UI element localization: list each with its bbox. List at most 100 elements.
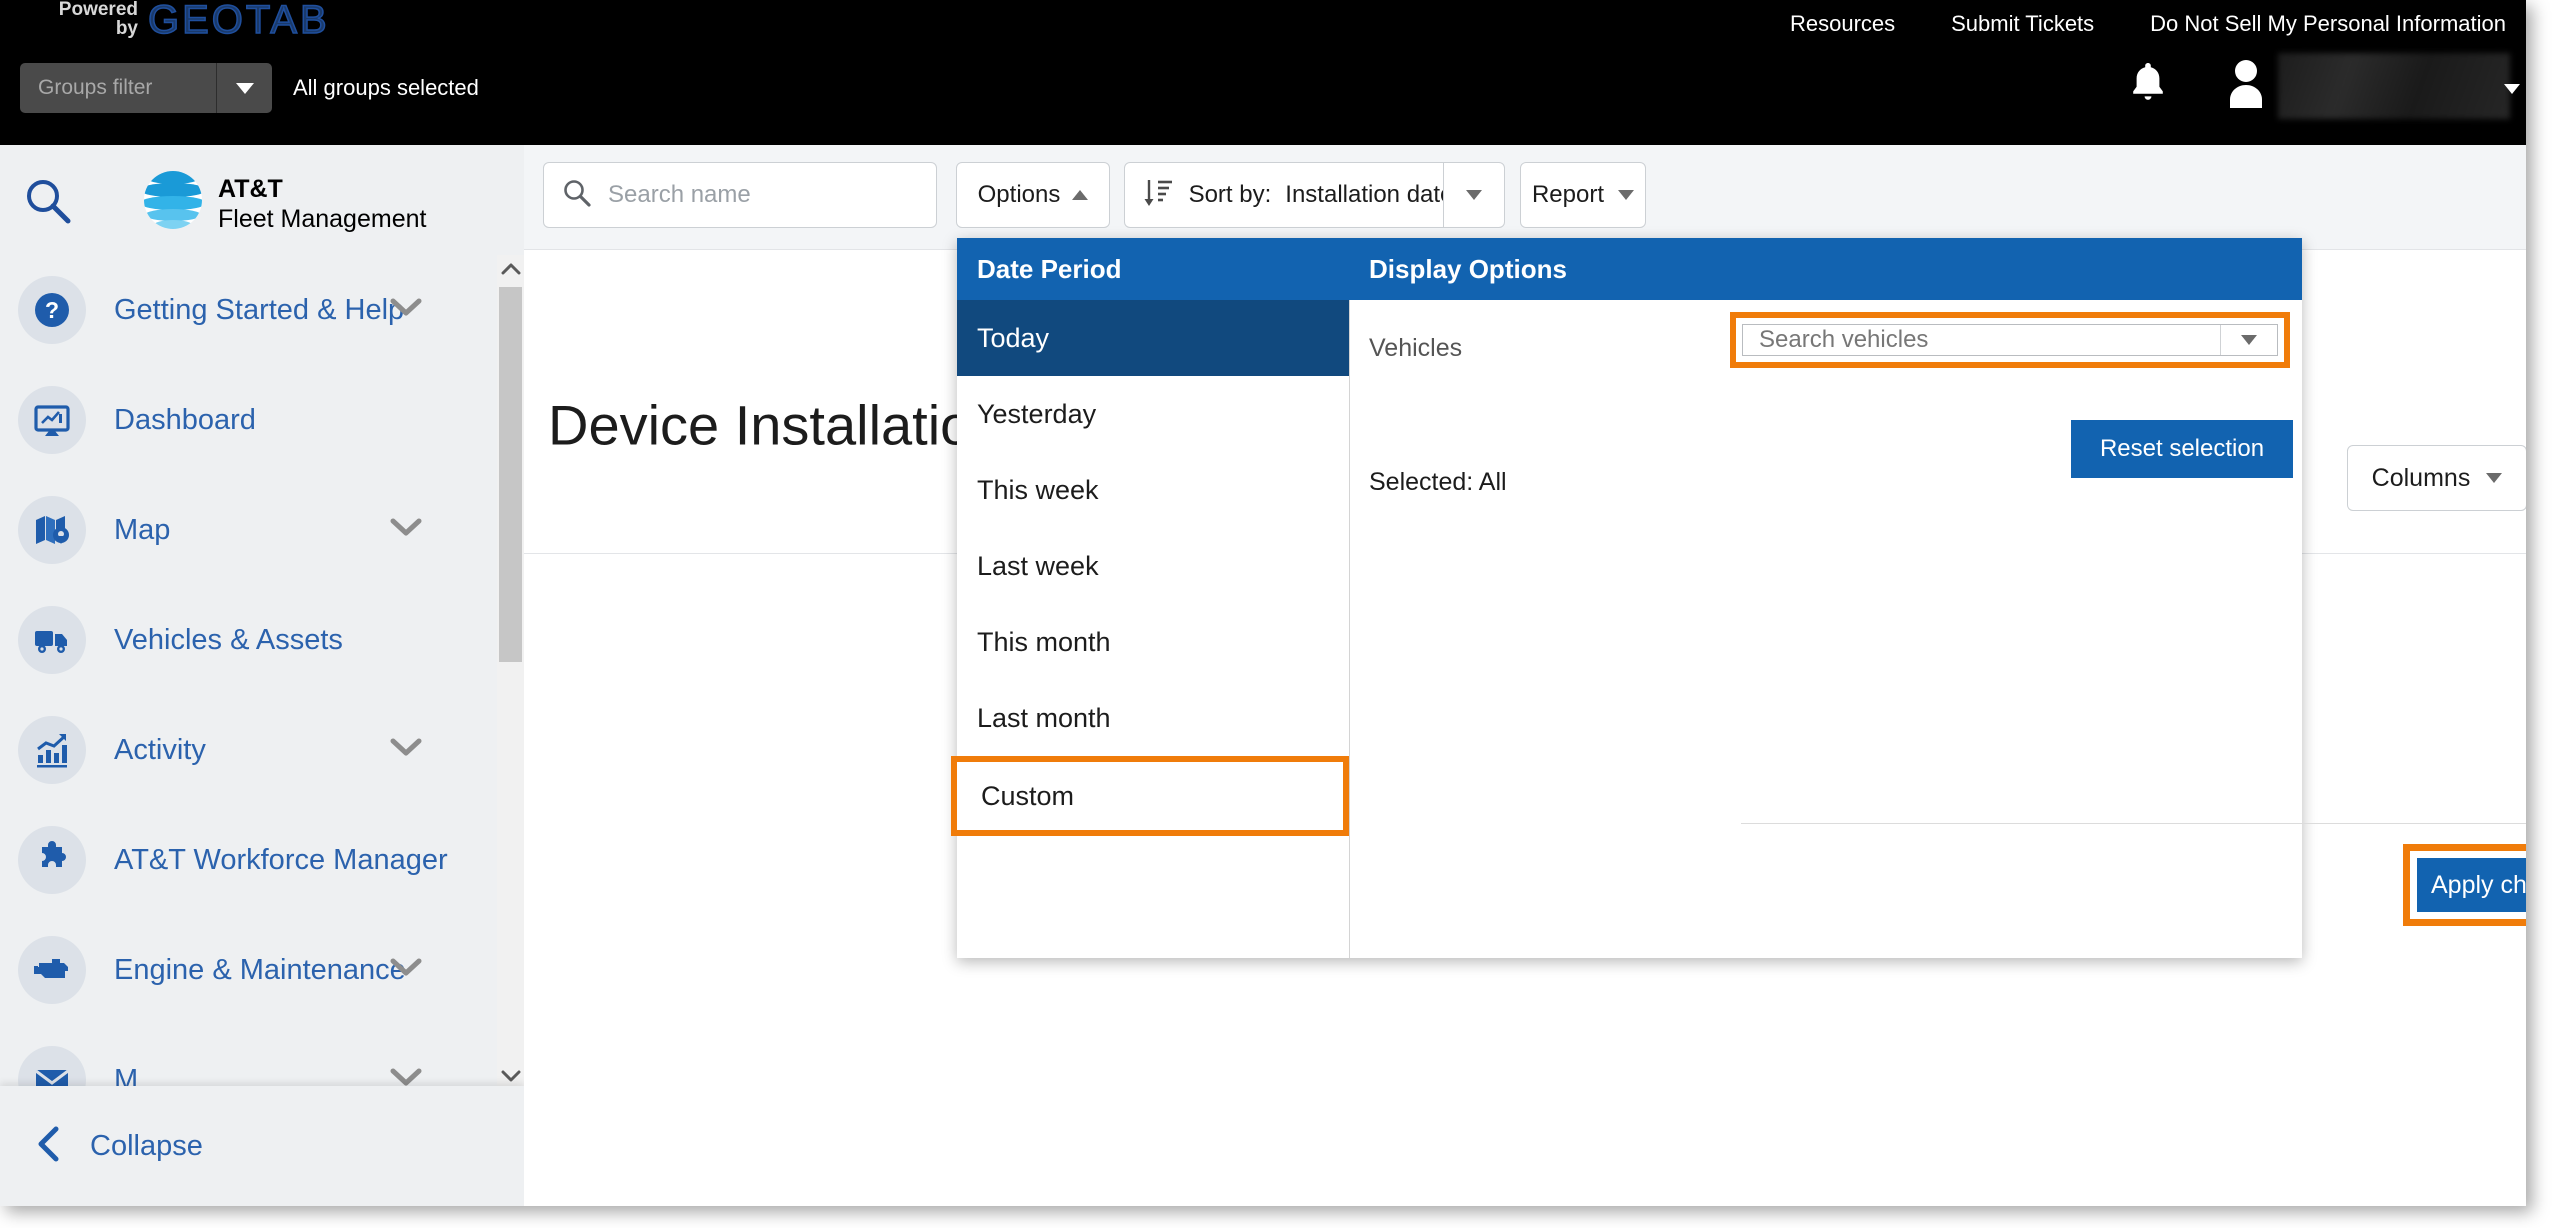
engine-icon — [18, 936, 86, 1004]
report-button[interactable]: Report — [1520, 162, 1646, 228]
puzzle-piece-icon — [18, 826, 86, 894]
sidebar-header: AT&T Fleet Management — [0, 145, 524, 255]
date-period-header-label: Date Period — [977, 253, 1122, 284]
date-period-option-yesterday[interactable]: Yesterday — [957, 376, 1349, 452]
sidebar: AT&T Fleet Management ? Getting Started … — [0, 145, 524, 1206]
columns-label: Columns — [2371, 463, 2471, 492]
display-options-header-label: Display Options — [1369, 253, 1567, 284]
att-globe-logo-icon — [142, 169, 204, 231]
sidebar-item-label: Map — [114, 513, 171, 546]
monitor-chart-icon — [18, 386, 86, 454]
sidebar-item-label: Getting Started & Help — [114, 293, 405, 326]
selected-summary: Selected: All — [1369, 468, 1507, 496]
page-title: Device Installation — [548, 393, 1003, 457]
options-dropdown-panel: Date Period Today Yesterday This week La… — [951, 238, 2526, 958]
vehicles-search-highlight: Search vehicles — [1730, 312, 2290, 368]
nav-link-do-not-sell[interactable]: Do Not Sell My Personal Information — [2150, 11, 2506, 37]
sidebar-item-vehicles-assets[interactable]: Vehicles & Assets — [0, 585, 500, 695]
sort-descending-icon — [1141, 175, 1175, 216]
browser-viewport: Powered by GEOTAB Resources Submit Ticke… — [0, 0, 2526, 1206]
sidebar-scrollbar[interactable] — [497, 255, 524, 1090]
chevron-down-icon — [2241, 335, 2257, 345]
user-name-redacted — [2278, 53, 2510, 119]
date-period-option-this-month[interactable]: This month — [957, 604, 1349, 680]
sidebar-item-getting-started[interactable]: ? Getting Started & Help — [0, 255, 500, 365]
sort-by-value: Installation date — [1285, 181, 1454, 208]
sidebar-item-label: Dashboard — [114, 403, 256, 436]
sidebar-item-map[interactable]: Map — [0, 475, 500, 585]
global-header: Powered by GEOTAB Resources Submit Ticke… — [0, 0, 2526, 145]
chevron-down-icon — [1618, 190, 1635, 200]
sort-by-button[interactable]: Sort by: Installation date — [1124, 162, 1458, 228]
search-input[interactable]: Search name — [543, 162, 937, 228]
nav-link-resources[interactable]: Resources — [1790, 11, 1895, 37]
vehicles-dropdown-button[interactable] — [2220, 325, 2277, 355]
sidebar-item-workforce-manager[interactable]: AT&T Workforce Manager — [0, 805, 500, 915]
chevron-down-icon[interactable] — [390, 518, 422, 542]
sidebar-item-label: Engine & Maintenance — [114, 953, 406, 986]
date-period-option-this-week[interactable]: This week — [957, 452, 1349, 528]
chevron-down-icon[interactable] — [390, 738, 422, 762]
powered-by-line1: Powered — [58, 0, 138, 20]
options-label: Options — [977, 181, 1061, 208]
truck-icon — [18, 606, 86, 674]
chevron-down-icon — [235, 82, 254, 94]
chevron-down-icon — [2486, 473, 2503, 483]
powered-by-label: Powered by — [23, 0, 138, 45]
date-period-option-custom[interactable]: Custom — [951, 756, 1349, 836]
reset-selection-button[interactable]: Reset selection — [2071, 420, 2293, 478]
notification-bell-icon[interactable] — [2128, 60, 2168, 106]
att-brand-line: AT&T — [218, 175, 283, 203]
vehicles-search-placeholder: Search vehicles — [1759, 326, 1929, 353]
date-period-column: Date Period Today Yesterday This week La… — [951, 238, 1350, 958]
display-options-column: Display Options Vehicles Search vehicles… — [1349, 238, 2526, 958]
map-pin-icon — [18, 496, 86, 564]
columns-button[interactable]: Columns — [2347, 445, 2526, 511]
sidebar-item-label: Vehicles & Assets — [114, 623, 343, 656]
chevron-left-icon — [34, 1124, 64, 1169]
chevron-up-icon — [1072, 190, 1089, 200]
sidebar-search-icon[interactable] — [22, 175, 74, 227]
chevron-down-icon[interactable] — [390, 958, 422, 982]
user-menu-chevron-down-icon[interactable] — [2504, 84, 2520, 94]
envelope-icon — [18, 1046, 86, 1090]
date-period-list: Today Yesterday This week Last week This… — [951, 300, 1349, 836]
chevron-down-icon[interactable] — [390, 298, 422, 322]
scroll-up-chevron-icon[interactable] — [497, 255, 524, 283]
user-avatar-icon[interactable] — [2226, 58, 2266, 108]
sort-by-dropdown-button[interactable] — [1443, 162, 1505, 228]
vehicles-row: Vehicles Search vehicles — [1349, 300, 2302, 400]
question-mark-icon: ? — [18, 276, 86, 344]
sidebar-nav-list: ? Getting Started & Help Dashboard Map V… — [0, 255, 500, 1090]
sidebar-item-activity[interactable]: Activity — [0, 695, 500, 805]
sort-by-label: Sort by: — [1188, 181, 1272, 208]
panel-footer: Apply changes — [1741, 823, 2526, 959]
global-nav: Resources Submit Tickets Do Not Sell My … — [1790, 8, 2506, 40]
options-button[interactable]: Options — [956, 162, 1110, 228]
groups-filter-placeholder: Groups filter — [38, 76, 153, 99]
chevron-down-icon — [1466, 190, 1482, 200]
geotab-logo: GEOTAB — [147, 0, 330, 43]
sidebar-scrollbar-thumb[interactable] — [499, 287, 522, 662]
sidebar-item-label: AT&T Workforce Manager — [114, 843, 448, 876]
apply-changes-highlight: Apply changes — [2403, 844, 2526, 926]
date-period-option-last-month[interactable]: Last month — [957, 680, 1349, 756]
nav-link-submit-tickets[interactable]: Submit Tickets — [1951, 11, 2094, 37]
groups-filter-input[interactable]: Groups filter — [20, 63, 216, 113]
display-options-header: Display Options — [1349, 238, 2302, 300]
apply-changes-button[interactable]: Apply changes — [2417, 858, 2526, 912]
date-period-option-last-week[interactable]: Last week — [957, 528, 1349, 604]
sidebar-item-label: Activity — [114, 733, 206, 766]
date-period-header: Date Period — [957, 238, 1349, 300]
groups-filter-dropdown-button[interactable] — [216, 63, 272, 113]
sidebar-collapse-label: Collapse — [90, 1129, 203, 1162]
sidebar-collapse-button[interactable]: Collapse — [0, 1086, 524, 1206]
sidebar-item-messages[interactable]: M — [0, 1025, 500, 1090]
search-placeholder: Search name — [608, 181, 751, 208]
sidebar-item-engine-maintenance[interactable]: Engine & Maintenance — [0, 915, 500, 1025]
sidebar-item-dashboard[interactable]: Dashboard — [0, 365, 500, 475]
svg-text:?: ? — [45, 297, 59, 323]
date-period-option-today[interactable]: Today — [957, 300, 1349, 376]
vehicles-search-input[interactable]: Search vehicles — [1742, 324, 2278, 356]
vehicles-label: Vehicles — [1369, 334, 1463, 362]
